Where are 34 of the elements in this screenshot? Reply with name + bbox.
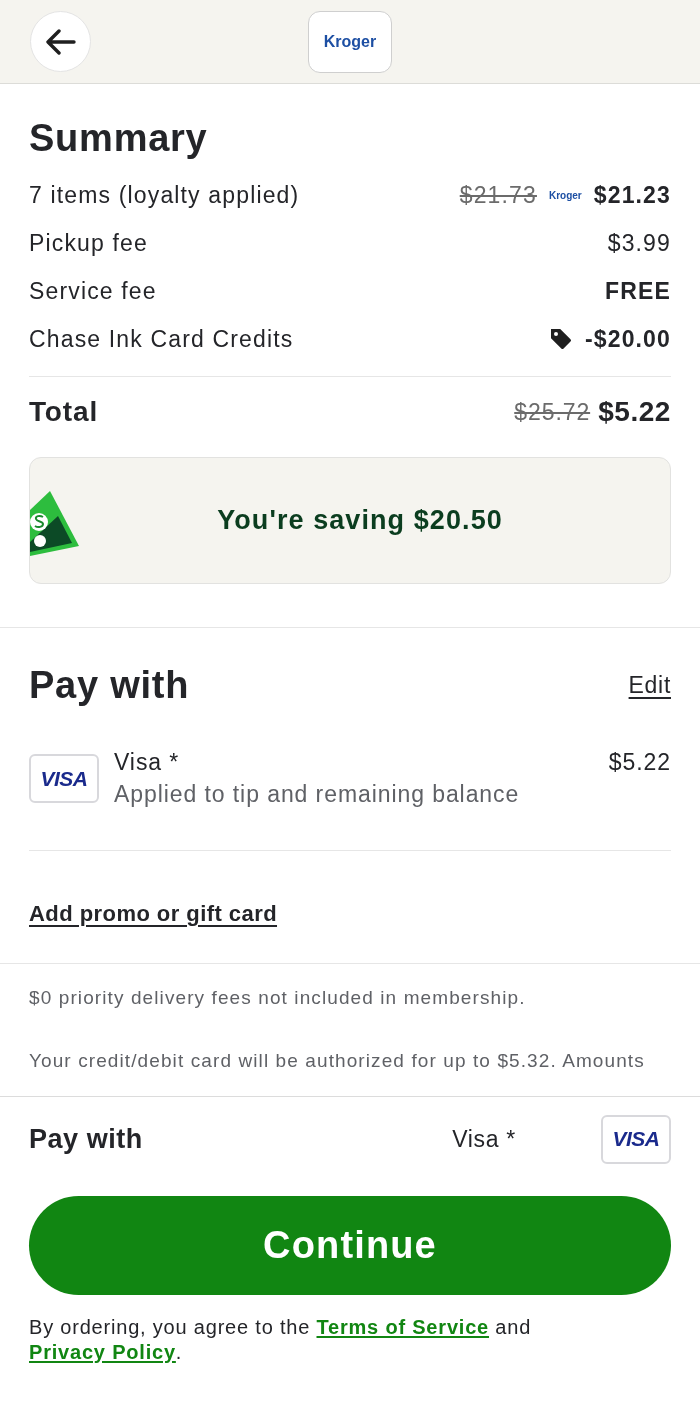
savings-text: You're saving $20.50 — [216, 504, 504, 538]
note-text: Your credit/debit card will be authorized for up to $5.32. Amounts — [29, 1049, 646, 1073]
continue-button[interactable]: Continue — [29, 1196, 671, 1295]
store-badge-logo: Kroger — [548, 188, 582, 203]
back-arrow-icon — [45, 28, 76, 55]
fee-amount: $3.99 — [607, 228, 671, 258]
fee-label: 7 items (loyalty applied) — [29, 180, 300, 210]
total-label: Total — [29, 395, 98, 429]
card-note: Applied to tip and remaining balance — [114, 780, 521, 809]
card-amount: $5.22 — [608, 748, 671, 777]
legal-text: By ordering, you agree to the Terms of Service and Privacy Policy. — [29, 1315, 533, 1365]
fee-label: Chase Ink Card Credits — [29, 324, 294, 354]
legal-link[interactable]: Terms of Service — [316, 1316, 489, 1338]
note-text: $0 priority delivery fees not included in membership. — [29, 986, 527, 1010]
price-tag-icon — [548, 327, 573, 351]
pay-with-label: Pay with — [29, 1122, 143, 1156]
pay-with-title: Pay with — [29, 662, 190, 708]
legal-link[interactable]: Privacy Policy — [29, 1341, 176, 1363]
visa-card-logo: VISA — [29, 754, 99, 803]
summary-title: Summary — [29, 116, 209, 160]
fee-amount: $21.23 — [593, 180, 671, 210]
promo-link[interactable]: Add promo or gift card — [29, 896, 277, 930]
store-logo: Kroger — [323, 31, 377, 52]
original-price: $21.73 — [459, 180, 537, 210]
fee-amount: -$20.00 — [584, 324, 671, 354]
total-amount: $5.22 — [598, 395, 671, 429]
fee-amount: FREE — [605, 276, 671, 306]
fee-label: Service fee — [29, 276, 157, 306]
fee-label: Pickup fee — [29, 228, 148, 258]
visa-card-logo: VISA — [601, 1114, 671, 1164]
edit-link[interactable]: Edit — [628, 667, 671, 703]
original-total: $25.72 — [514, 397, 591, 427]
selected-card-name: Visa * — [452, 1124, 516, 1154]
card-name: Visa * — [114, 748, 181, 777]
